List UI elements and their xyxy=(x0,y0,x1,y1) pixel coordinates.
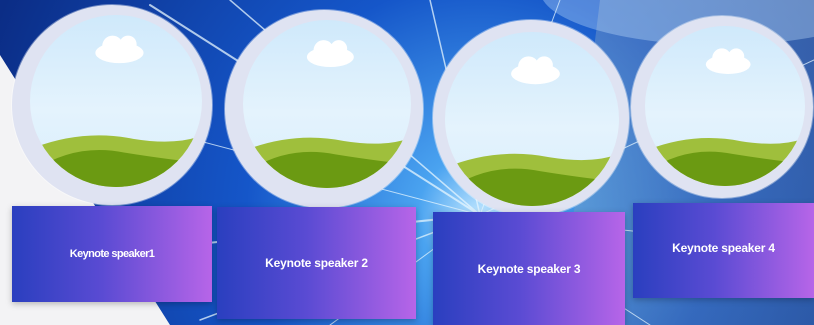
speaker-2-name: Keynote speaker 2 xyxy=(265,256,368,270)
speaker-2-photo-placeholder xyxy=(225,10,423,208)
speaker-4-name-card[interactable]: Keynote speaker 4 xyxy=(633,203,814,298)
speaker-3-name: Keynote speaker 3 xyxy=(477,261,581,276)
landscape-placeholder-icon xyxy=(30,35,202,187)
speaker-4-name: Keynote speaker 4 xyxy=(672,241,775,255)
speaker-4-photo-placeholder xyxy=(631,16,813,198)
landscape-placeholder-icon xyxy=(243,40,411,188)
speaker-3-photo-placeholder xyxy=(433,20,629,216)
speaker-3-name-card[interactable]: Keynote speaker 3 xyxy=(433,212,625,325)
landscape-placeholder-icon xyxy=(645,48,805,186)
speaker-1-name: Keynote speaker1 xyxy=(69,248,155,260)
speakers-section: Keynote speaker1 Keynote speaker 2 Keyno… xyxy=(0,0,814,325)
speaker-2-name-card[interactable]: Keynote speaker 2 xyxy=(217,207,416,319)
speaker-1-name-card[interactable]: Keynote speaker1 xyxy=(12,206,212,302)
speaker-1-photo-placeholder xyxy=(12,5,212,205)
landscape-placeholder-icon xyxy=(445,56,619,206)
